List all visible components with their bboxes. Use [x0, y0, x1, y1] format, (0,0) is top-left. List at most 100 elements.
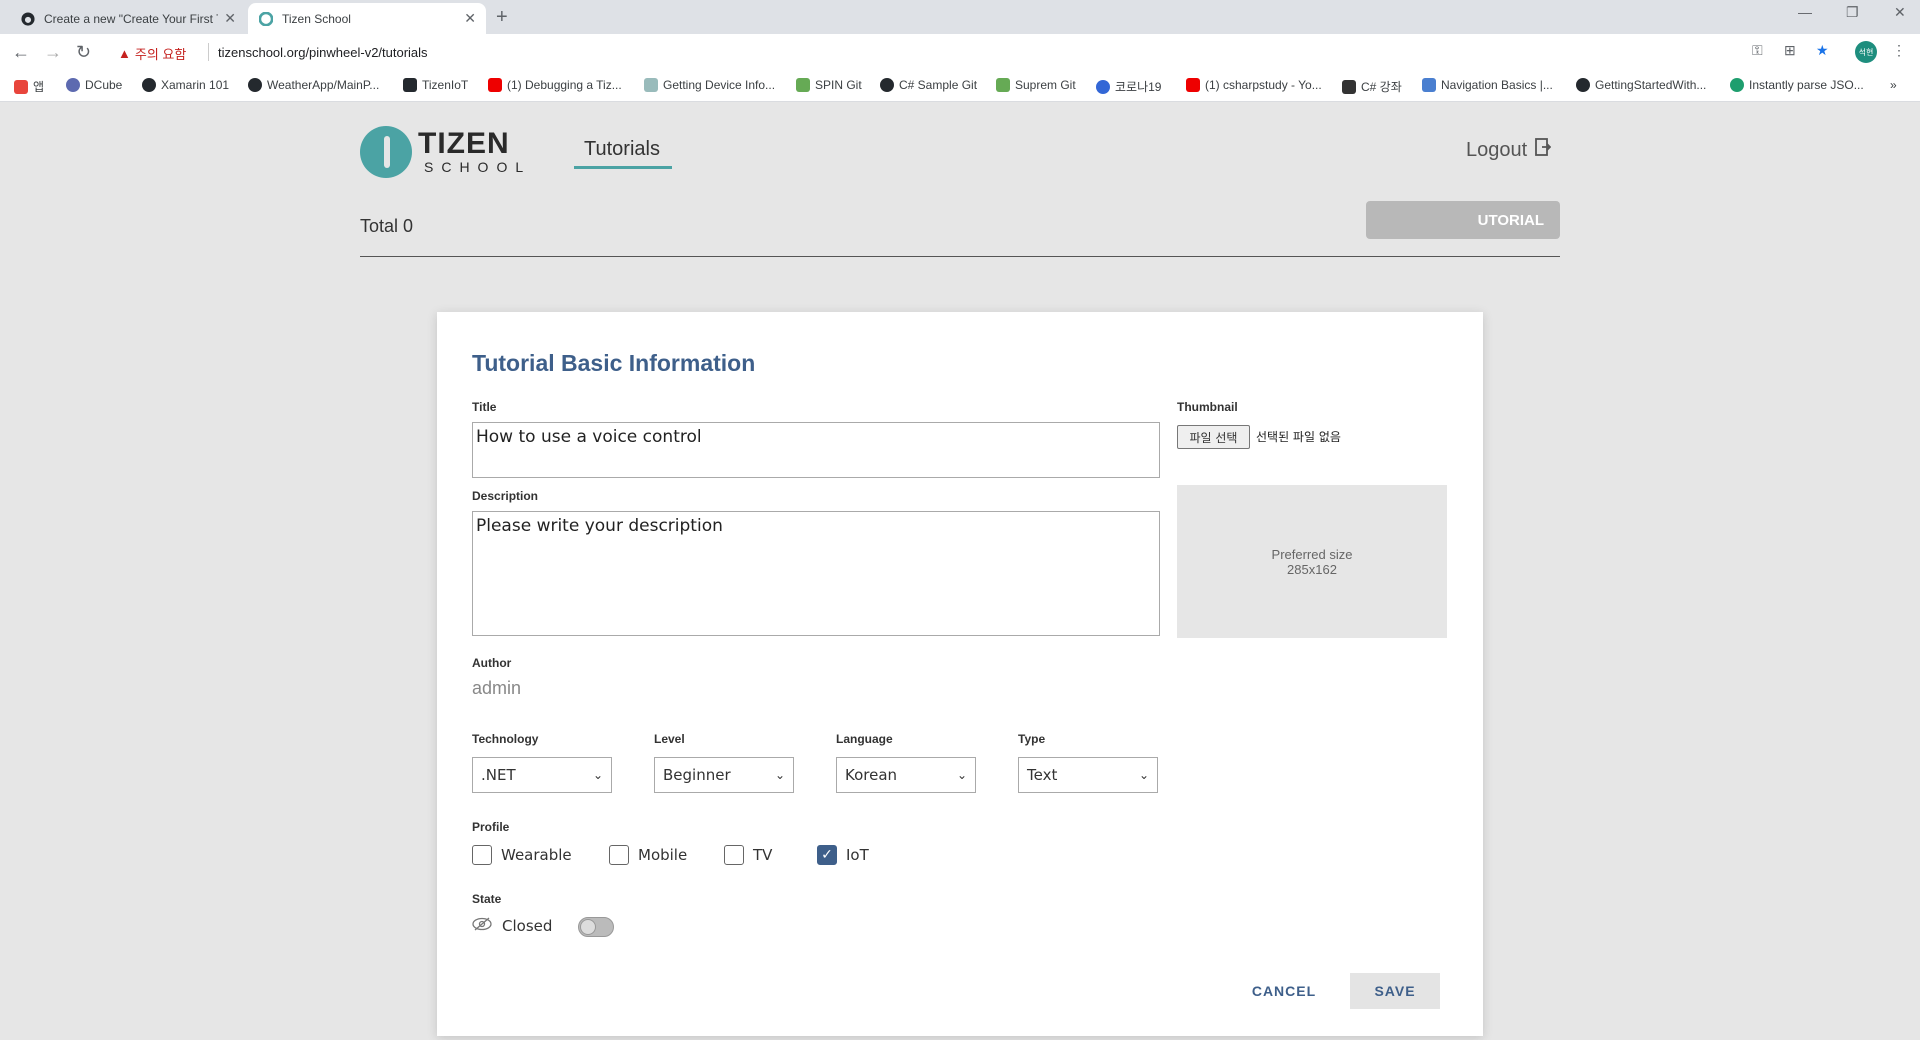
checkbox[interactable] [609, 845, 629, 865]
title-label: Title [472, 400, 497, 414]
divider [208, 43, 209, 61]
new-tab-button[interactable]: + [496, 6, 508, 29]
profile-mobile[interactable]: Mobile [609, 845, 687, 865]
toggle-knob [580, 919, 596, 935]
technology-select[interactable]: .NET ⌄ [472, 757, 612, 793]
github-icon [142, 78, 156, 92]
chevron-down-icon: ⌄ [774, 768, 785, 782]
chevron-down-icon: ⌄ [1138, 768, 1149, 782]
profile-iot[interactable]: ✓ IoT [817, 845, 869, 865]
state-indicator: Closed [472, 917, 552, 935]
browser-tab-tizen-school[interactable]: Tizen School ✕ [248, 3, 486, 34]
back-arrow-icon[interactable]: ← [12, 42, 30, 63]
tizeniot-icon [403, 78, 417, 92]
youtube-icon [488, 78, 502, 92]
bookmark-item[interactable]: (1) csharpstudy - Yo... [1186, 78, 1322, 92]
translate-icon[interactable]: ⊞ [1784, 42, 1796, 59]
logout-icon [1535, 138, 1552, 162]
star-icon[interactable]: ★ [1816, 42, 1829, 59]
title-input[interactable]: How to use a voice control [472, 422, 1160, 478]
logo-main-text: TIZEN [418, 127, 510, 160]
profile-label: Profile [472, 820, 510, 834]
key-icon[interactable]: ⚿ [1752, 42, 1763, 59]
corona-icon [1096, 79, 1110, 94]
total-count: Total 0 [360, 216, 414, 236]
thumbnail-label: Thumbnail [1177, 400, 1238, 414]
logout-button[interactable]: Logout [1466, 138, 1552, 162]
no-file-text: 선택된 파일 없음 [1256, 430, 1341, 444]
tizen-school-logo[interactable]: TIZEN SCHOOL [360, 126, 531, 178]
github-icon [248, 78, 262, 92]
bookmark-item[interactable]: GettingStartedWith... [1576, 78, 1706, 92]
dots-icon [1342, 79, 1356, 94]
bookmark-item[interactable]: SPIN Git [796, 78, 862, 92]
preferred-size-label: Preferred size [1271, 546, 1353, 562]
logo-sub-text: SCHOOL [424, 159, 532, 175]
bookmark-item[interactable]: Getting Device Info... [644, 78, 775, 92]
bookmark-item[interactable]: Navigation Basics |... [1422, 78, 1553, 92]
type-select[interactable]: Text ⌄ [1018, 757, 1158, 793]
bookmark-item[interactable]: TizenIoT [403, 78, 468, 92]
checkbox[interactable] [724, 845, 744, 865]
nav-active-indicator [574, 166, 672, 169]
reload-icon[interactable]: ↻ [76, 42, 91, 63]
checkbox-checked[interactable]: ✓ [817, 845, 837, 865]
forward-arrow-icon[interactable]: → [44, 42, 62, 63]
close-icon[interactable]: ✕ [464, 10, 476, 27]
checkbox[interactable] [472, 845, 492, 865]
minimize-icon[interactable]: — [1798, 4, 1812, 20]
bookmark-item[interactable]: Xamarin 101 [142, 78, 229, 92]
profile-wearable[interactable]: Wearable [472, 845, 572, 865]
state-toggle[interactable] [578, 917, 614, 937]
security-warning[interactable]: ▲ 주의 요함 [118, 44, 186, 63]
preferred-size-value: 285x162 [1287, 561, 1337, 577]
bookmark-apps[interactable]: 앱 [14, 78, 44, 95]
technology-label: Technology [472, 732, 539, 746]
description-label: Description [472, 489, 539, 503]
bookmarks-bar: 앱 DCube Xamarin 101 WeatherApp/MainP... … [0, 70, 1920, 102]
profile-tv[interactable]: TV [724, 845, 772, 865]
description-textarea[interactable]: Please write your description [472, 511, 1160, 636]
author-label: Author [472, 656, 512, 670]
save-button[interactable]: SAVE [1350, 973, 1440, 1009]
state-label: State [472, 892, 502, 906]
bookmark-item[interactable]: Suprem Git [996, 78, 1076, 92]
bookmark-item[interactable]: Instantly parse JSO... [1730, 78, 1864, 92]
tab-title: Tizen School [282, 11, 351, 26]
bookmark-item[interactable]: C# Sample Git [880, 78, 977, 92]
tizen-icon [258, 11, 274, 27]
tizen-logo-icon [360, 126, 412, 178]
cancel-button[interactable]: CANCEL [1239, 973, 1329, 1009]
menu-dots-icon[interactable]: ⋮ [1892, 42, 1906, 59]
bookmark-item[interactable]: C# 강좌 [1342, 78, 1402, 95]
author-value: admin [472, 678, 522, 698]
close-icon[interactable]: ✕ [224, 10, 236, 27]
divider [360, 256, 1560, 257]
avatar[interactable]: 석현 [1855, 41, 1877, 63]
bookmark-item[interactable]: WeatherApp/MainP... [248, 78, 379, 92]
restore-icon[interactable]: ❐ [1846, 4, 1859, 21]
bookmarks-overflow-button[interactable]: » [1890, 78, 1897, 92]
dcube-icon [66, 78, 80, 92]
bookmark-item[interactable]: DCube [66, 78, 122, 92]
thumbnail-preview: Preferred size 285x162 [1177, 485, 1447, 638]
nav-tutorials[interactable]: Tutorials [584, 138, 660, 161]
bookmark-item[interactable]: 코로나19 [1096, 78, 1161, 95]
eye-slash-icon [472, 917, 492, 935]
create-tutorial-button[interactable]: UTORIAL [1366, 201, 1560, 239]
level-select[interactable]: Beginner ⌄ [654, 757, 794, 793]
quicktype-icon [1730, 78, 1744, 92]
language-select[interactable]: Korean ⌄ [836, 757, 976, 793]
page-icon [644, 78, 658, 92]
browser-tab-github[interactable]: Create a new "Create Your First T ✕ [10, 3, 246, 34]
type-label: Type [1018, 732, 1046, 746]
url-field[interactable]: tizenschool.org/pinwheel-v2/tutorials [218, 45, 428, 60]
choose-file-button[interactable]: 파일 선택 [1177, 425, 1250, 449]
suprem-icon [996, 78, 1010, 92]
modal-title: Tutorial Basic Information [472, 350, 756, 376]
bookmark-item[interactable]: (1) Debugging a Tiz... [488, 78, 622, 92]
address-bar: ← → ↻ ▲ 주의 요함 tizenschool.org/pinwheel-v… [0, 34, 1920, 70]
window-close-icon[interactable]: ✕ [1894, 4, 1906, 21]
github-icon [20, 11, 36, 27]
spin-icon [796, 78, 810, 92]
